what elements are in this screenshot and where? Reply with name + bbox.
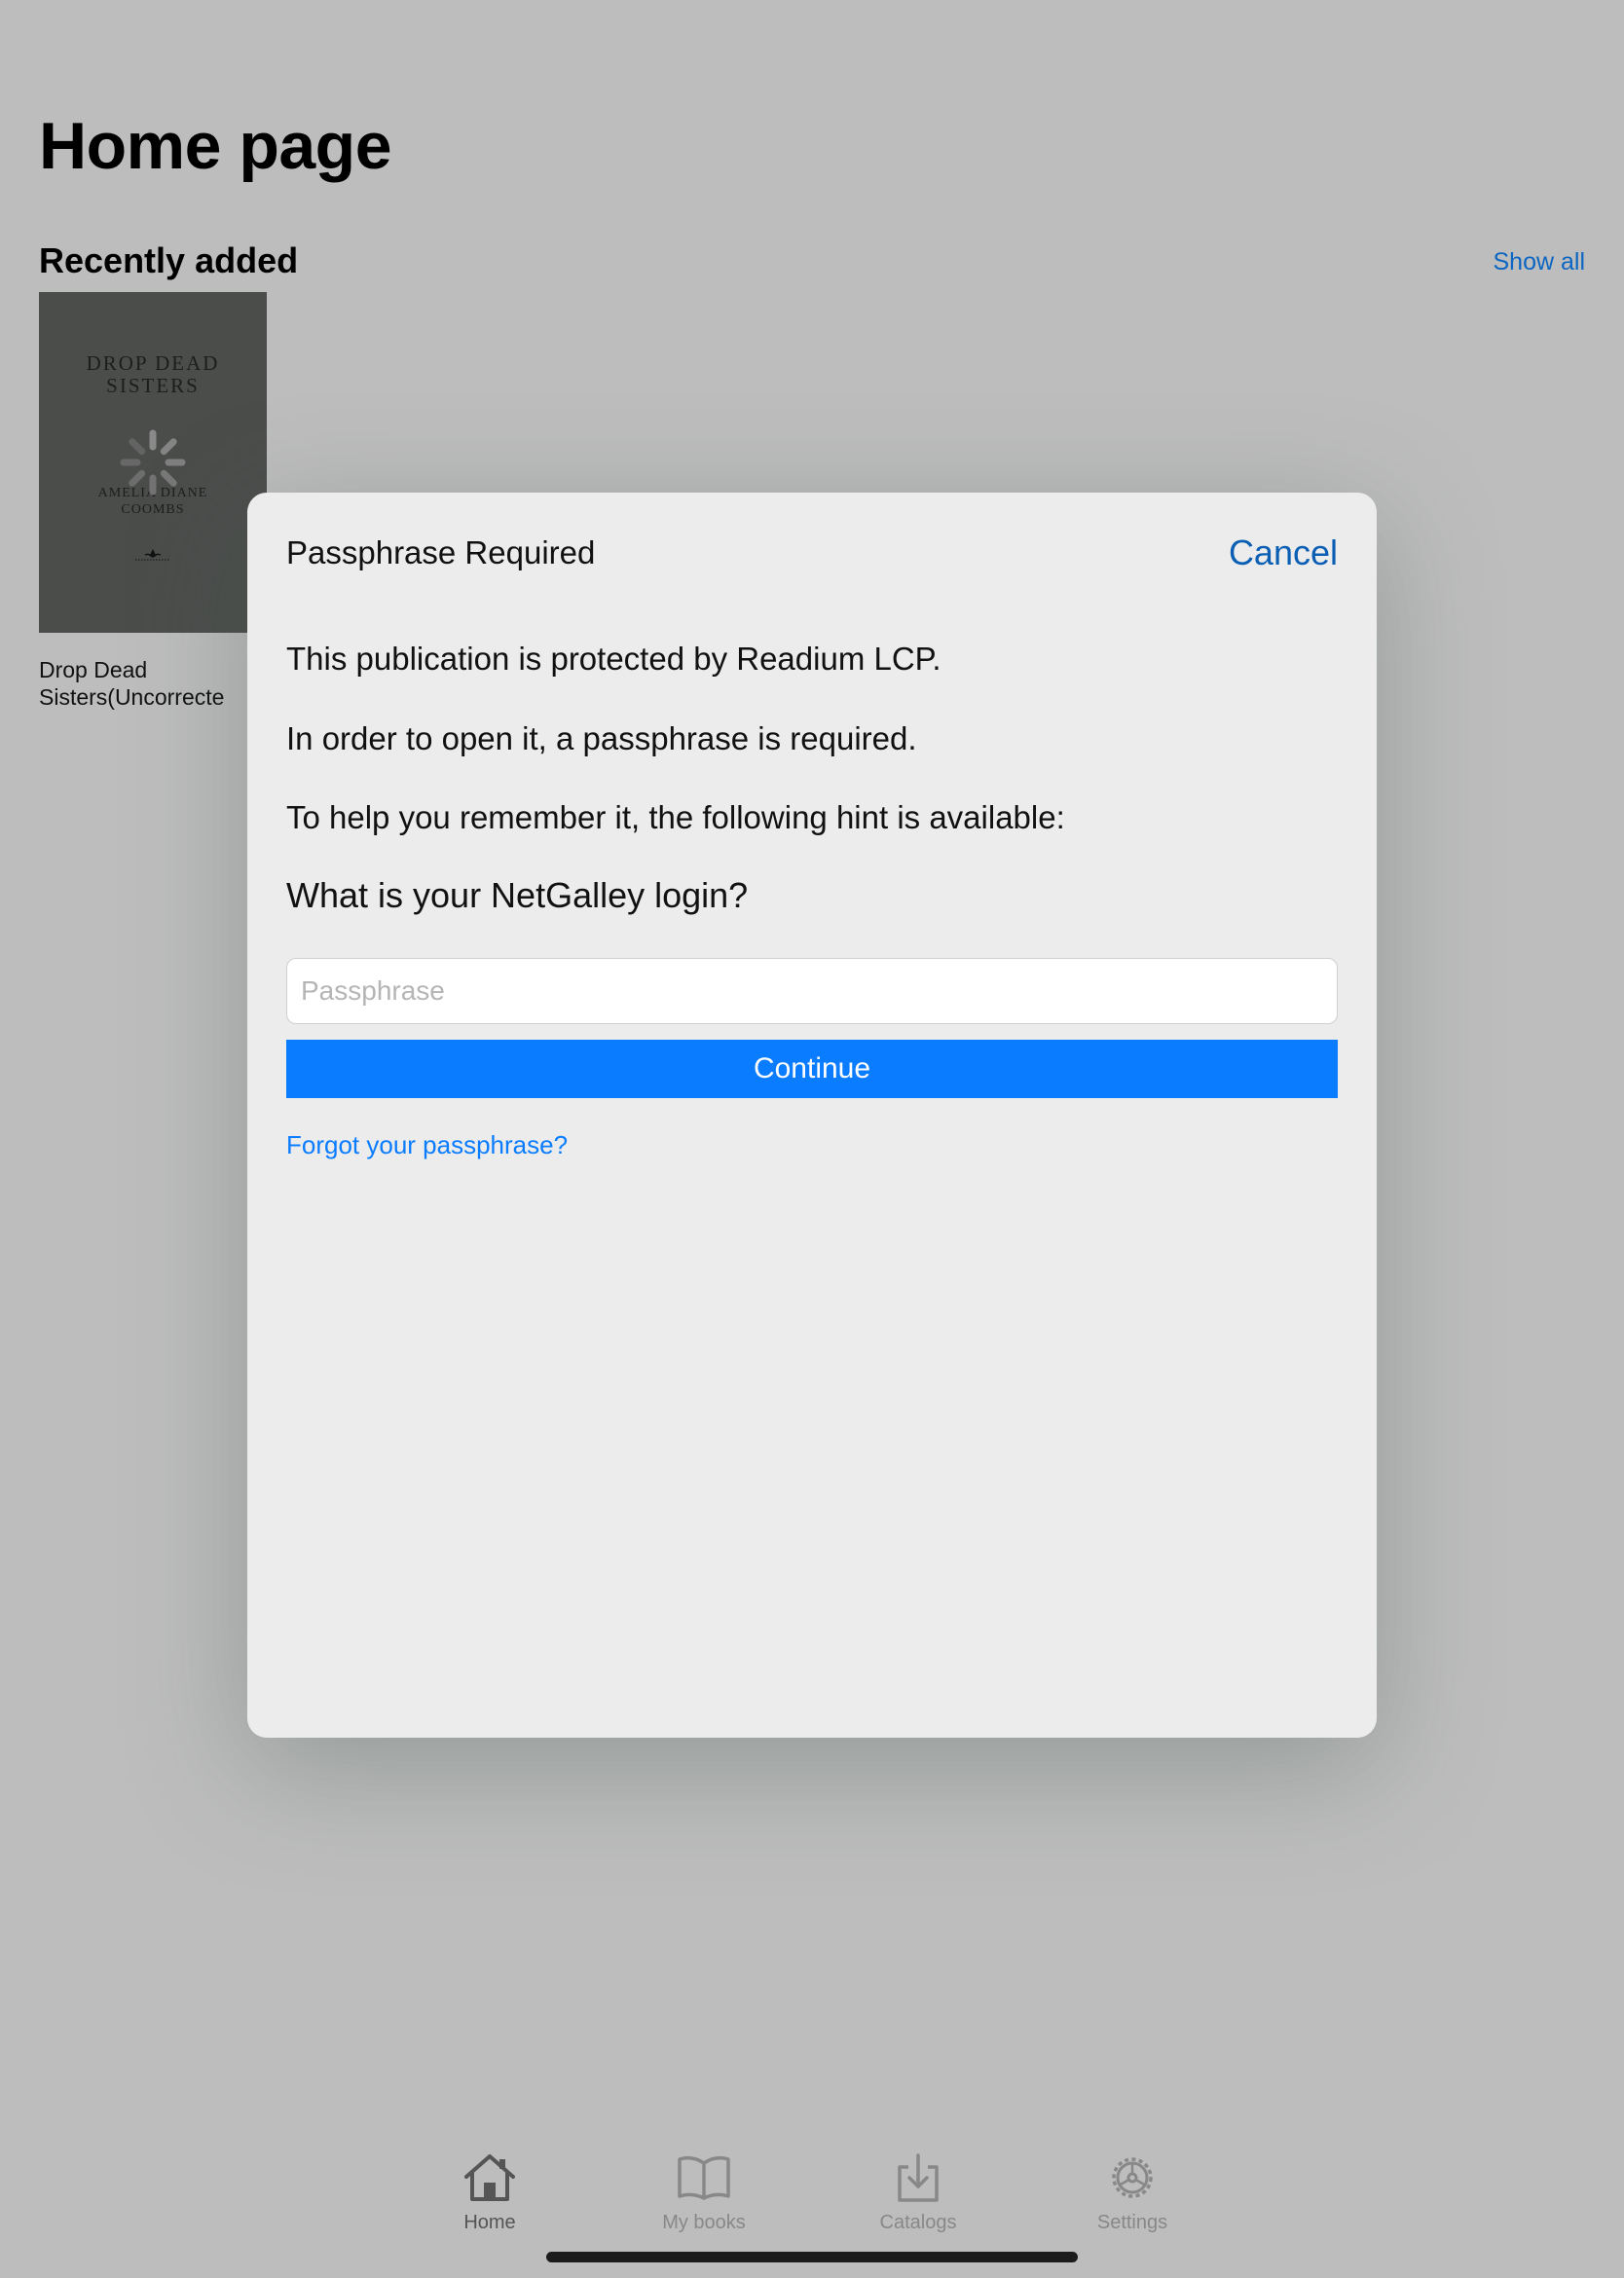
passphrase-hint: What is your NetGalley login? bbox=[286, 875, 749, 915]
tab-catalogs[interactable]: Catalogs bbox=[840, 2151, 996, 2235]
tab-settings[interactable]: Settings bbox=[1054, 2151, 1210, 2235]
page-title: Home page bbox=[39, 109, 392, 183]
continue-button[interactable]: Continue bbox=[286, 1040, 1338, 1098]
download-tray-icon bbox=[898, 2153, 939, 2202]
cover-title: DROP DEAD SISTERS bbox=[39, 352, 267, 397]
show-all-link[interactable]: Show all bbox=[1494, 245, 1586, 278]
book-title-line: Drop Dead bbox=[39, 657, 148, 682]
tab-my-books[interactable]: My books bbox=[626, 2151, 782, 2235]
book-title-line: Sisters(Uncorrecte bbox=[39, 684, 225, 710]
cover-title-line: SISTERS bbox=[106, 374, 200, 397]
book-cover[interactable]: DROP DEAD SISTERS AMELIA DIANE COOMBS bbox=[39, 292, 267, 633]
tab-label: Home bbox=[463, 2212, 516, 2233]
tab-home[interactable]: Home bbox=[412, 2151, 568, 2235]
cover-title-line: DROP DEAD bbox=[86, 351, 220, 375]
recently-added-heading: Recently added bbox=[39, 240, 299, 280]
dialog-message-required: In order to open it, a passphrase is req… bbox=[286, 720, 917, 756]
passphrase-dialog: Passphrase Required Cancel This publicat… bbox=[247, 493, 1377, 1738]
tab-label: My books bbox=[662, 2212, 746, 2233]
cover-author-line: COOMBS bbox=[121, 502, 185, 517]
tab-label: Catalogs bbox=[879, 2212, 957, 2233]
book-card[interactable]: DROP DEAD SISTERS AMELIA DIANE COOMBS Dr… bbox=[39, 292, 267, 711]
loading-spinner-icon bbox=[120, 429, 186, 496]
passphrase-input[interactable] bbox=[286, 958, 1338, 1024]
dialog-message-hint-intro: To help you remember it, the following h… bbox=[286, 799, 1065, 835]
forgot-passphrase-link[interactable]: Forgot your passphrase? bbox=[286, 1127, 568, 1162]
cover-emblem-icon bbox=[39, 547, 267, 566]
cancel-button[interactable]: Cancel bbox=[1229, 526, 1338, 580]
gear-icon bbox=[1112, 2157, 1153, 2198]
dialog-message-protected: This publication is protected by Readium… bbox=[286, 641, 941, 677]
dialog-title: Passphrase Required bbox=[286, 534, 596, 570]
home-icon bbox=[464, 2154, 515, 2201]
book-title: Drop Dead Sisters(Uncorrecte bbox=[39, 656, 253, 711]
home-indicator[interactable] bbox=[546, 2252, 1078, 2262]
tab-label: Settings bbox=[1096, 2212, 1168, 2233]
book-icon bbox=[678, 2155, 730, 2200]
